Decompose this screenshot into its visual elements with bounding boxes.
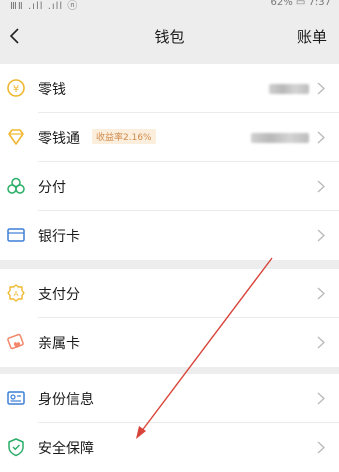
row-label: 零钱通 bbox=[38, 131, 80, 147]
row-pay-score[interactable]: A 支付分 bbox=[0, 269, 339, 318]
row-identity[interactable]: 身份信息 bbox=[0, 374, 339, 423]
page-title: 钱包 bbox=[154, 28, 185, 46]
card-icon bbox=[7, 228, 25, 242]
nav-bar: 钱包 账单 bbox=[0, 14, 339, 58]
shield-icon bbox=[8, 438, 24, 457]
balance-redacted bbox=[269, 84, 309, 94]
row-bank-card[interactable]: 银行卡 bbox=[0, 211, 339, 260]
row-security[interactable]: 安全保障 bbox=[0, 423, 339, 472]
wallet-section-security: 身份信息 安全保障 bbox=[0, 374, 339, 472]
row-label: 支付分 bbox=[38, 287, 80, 303]
row-lingqiantong[interactable]: 零钱通 收益率2.16% bbox=[0, 113, 339, 162]
id-card-icon bbox=[7, 391, 25, 405]
row-label: 安全保障 bbox=[38, 441, 94, 457]
chevron-right-icon bbox=[317, 336, 325, 349]
svg-text:¥: ¥ bbox=[13, 84, 19, 95]
chevron-right-icon bbox=[317, 131, 325, 144]
chevron-right-icon bbox=[317, 180, 325, 193]
chevron-right-icon bbox=[317, 82, 325, 95]
bill-link[interactable]: 账单 bbox=[297, 26, 327, 47]
diamond-icon bbox=[8, 129, 24, 145]
row-fenfu[interactable]: 分付 bbox=[0, 162, 339, 211]
clover-icon bbox=[7, 177, 25, 194]
row-label: 零钱 bbox=[38, 82, 66, 98]
row-label: 银行卡 bbox=[38, 229, 80, 245]
wallet-section-main: ¥ 零钱 零钱通 收益率2.16% 分付 银行卡 bbox=[0, 64, 339, 260]
yield-badge: 收益率2.16% bbox=[92, 129, 156, 144]
chevron-right-icon bbox=[317, 229, 325, 242]
status-battery-time: 62% ▭ 7:37 bbox=[270, 0, 332, 8]
row-label: 分付 bbox=[38, 180, 66, 196]
row-family-card[interactable]: 亲属卡 bbox=[0, 318, 339, 367]
chevron-right-icon bbox=[317, 392, 325, 405]
status-bar: ⅢⅡ .ıll .ıll ⓝ 62% ▭ 7:37 bbox=[0, 0, 339, 14]
svg-text:A: A bbox=[14, 290, 19, 298]
chevron-right-icon bbox=[317, 441, 325, 454]
chevron-right-icon bbox=[317, 287, 325, 300]
badge-icon: A bbox=[7, 284, 25, 302]
row-label: 亲属卡 bbox=[38, 336, 80, 352]
wallet-section-services: A 支付分 亲属卡 bbox=[0, 269, 339, 367]
balance-redacted bbox=[251, 133, 309, 143]
heart-card-icon bbox=[7, 333, 24, 350]
row-change[interactable]: ¥ 零钱 bbox=[0, 64, 339, 113]
row-label: 身份信息 bbox=[38, 392, 94, 408]
yen-coin-icon: ¥ bbox=[7, 79, 25, 97]
status-signal: ⅢⅡ .ıll .ıll ⓝ bbox=[10, 1, 79, 12]
